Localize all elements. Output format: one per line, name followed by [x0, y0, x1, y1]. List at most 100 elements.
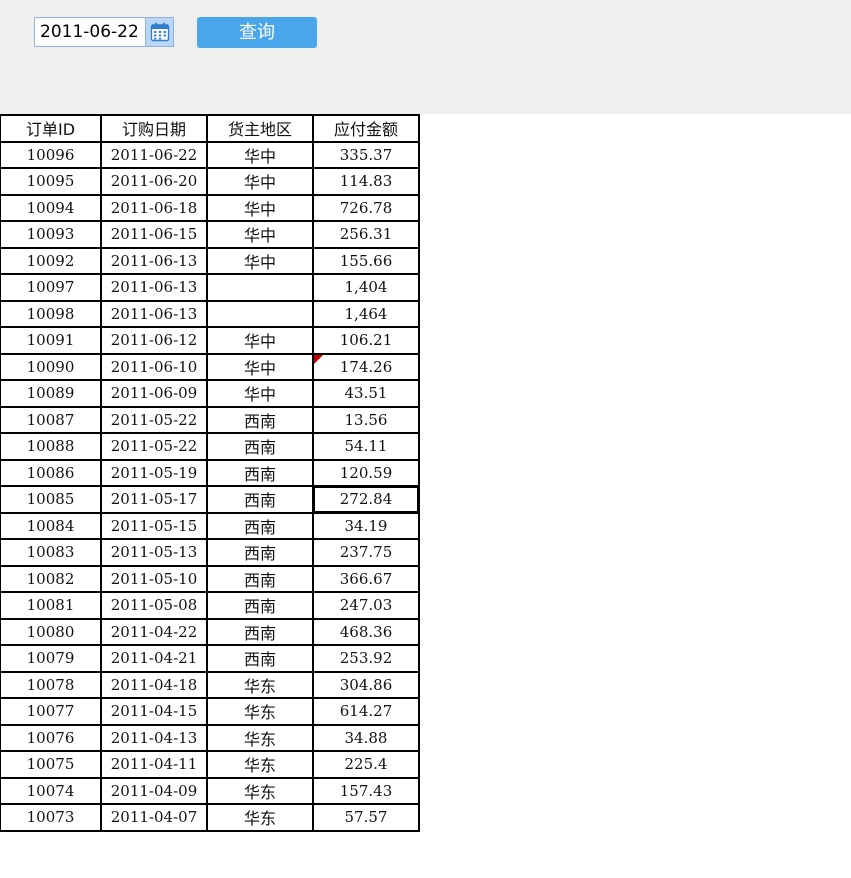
amount-cell[interactable]: 13.56 — [312, 405, 420, 434]
region-cell[interactable]: 华中 — [206, 193, 314, 222]
order-date-cell[interactable]: 2011-04-13 — [100, 723, 208, 752]
amount-cell[interactable]: 247.03 — [312, 591, 420, 620]
order-date-cell[interactable]: 2011-06-12 — [100, 326, 208, 355]
order-date-cell[interactable]: 2011-06-13 — [100, 246, 208, 275]
order-date-cell[interactable]: 2011-05-15 — [100, 511, 208, 540]
region-cell[interactable]: 华东 — [206, 723, 314, 752]
order-id-cell[interactable]: 10095 — [0, 167, 102, 196]
header-order-id[interactable]: 订单ID — [0, 114, 102, 143]
order-id-cell[interactable]: 10090 — [0, 352, 102, 381]
order-id-cell[interactable]: 10091 — [0, 326, 102, 355]
region-cell[interactable]: 华东 — [206, 803, 314, 832]
order-id-cell[interactable]: 10076 — [0, 723, 102, 752]
region-cell[interactable]: 华中 — [206, 352, 314, 381]
order-id-cell[interactable]: 10092 — [0, 246, 102, 275]
region-cell[interactable]: 西南 — [206, 538, 314, 567]
region-cell[interactable]: 西南 — [206, 617, 314, 646]
amount-cell[interactable]: 34.19 — [312, 511, 420, 540]
order-id-cell[interactable]: 10087 — [0, 405, 102, 434]
order-id-cell[interactable]: 10078 — [0, 670, 102, 699]
amount-cell[interactable]: 468.36 — [312, 617, 420, 646]
order-id-cell[interactable]: 10081 — [0, 591, 102, 620]
order-date-cell[interactable]: 2011-04-11 — [100, 750, 208, 779]
amount-cell[interactable]: 43.51 — [312, 379, 420, 408]
order-date-cell[interactable]: 2011-04-09 — [100, 776, 208, 805]
order-id-cell[interactable]: 10073 — [0, 803, 102, 832]
date-input[interactable] — [35, 18, 145, 46]
region-cell[interactable]: 西南 — [206, 591, 314, 620]
region-cell[interactable]: 西南 — [206, 432, 314, 461]
region-cell[interactable]: 西南 — [206, 405, 314, 434]
order-id-cell[interactable]: 10077 — [0, 697, 102, 726]
region-cell[interactable]: 西南 — [206, 644, 314, 673]
order-date-cell[interactable]: 2011-04-22 — [100, 617, 208, 646]
order-date-cell[interactable]: 2011-04-18 — [100, 670, 208, 699]
order-id-cell[interactable]: 10082 — [0, 564, 102, 593]
amount-cell[interactable]: 1,464 — [312, 299, 420, 328]
order-id-cell[interactable]: 10083 — [0, 538, 102, 567]
amount-cell[interactable]: 54.11 — [312, 432, 420, 461]
amount-cell[interactable]: 57.57 — [312, 803, 420, 832]
order-date-cell[interactable]: 2011-06-22 — [100, 140, 208, 169]
order-date-cell[interactable]: 2011-05-10 — [100, 564, 208, 593]
order-id-cell[interactable]: 10080 — [0, 617, 102, 646]
order-date-cell[interactable]: 2011-05-22 — [100, 405, 208, 434]
region-cell[interactable]: 华中 — [206, 167, 314, 196]
amount-cell[interactable]: 157.43 — [312, 776, 420, 805]
amount-cell[interactable]: 256.31 — [312, 220, 420, 249]
amount-cell[interactable]: 1,404 — [312, 273, 420, 302]
order-date-cell[interactable]: 2011-04-07 — [100, 803, 208, 832]
order-date-cell[interactable]: 2011-05-17 — [100, 485, 208, 514]
amount-cell[interactable]: 225.4 — [312, 750, 420, 779]
amount-cell[interactable]: 120.59 — [312, 458, 420, 487]
order-id-cell[interactable]: 10086 — [0, 458, 102, 487]
order-date-cell[interactable]: 2011-06-20 — [100, 167, 208, 196]
region-cell[interactable]: 华中 — [206, 379, 314, 408]
region-cell[interactable]: 华东 — [206, 776, 314, 805]
order-date-cell[interactable]: 2011-06-10 — [100, 352, 208, 381]
amount-cell[interactable]: 304.86 — [312, 670, 420, 699]
order-date-cell[interactable]: 2011-05-13 — [100, 538, 208, 567]
order-id-cell[interactable]: 10079 — [0, 644, 102, 673]
calendar-button[interactable] — [145, 18, 173, 46]
region-cell[interactable]: 西南 — [206, 485, 314, 514]
amount-cell[interactable]: 106.21 — [312, 326, 420, 355]
region-cell[interactable] — [206, 273, 314, 302]
region-cell[interactable]: 西南 — [206, 511, 314, 540]
region-cell[interactable]: 西南 — [206, 564, 314, 593]
region-cell[interactable] — [206, 299, 314, 328]
amount-cell[interactable]: 726.78 — [312, 193, 420, 222]
order-date-cell[interactable]: 2011-06-13 — [100, 273, 208, 302]
region-cell[interactable]: 华东 — [206, 697, 314, 726]
region-cell[interactable]: 华中 — [206, 220, 314, 249]
order-id-cell[interactable]: 10096 — [0, 140, 102, 169]
order-date-cell[interactable]: 2011-06-09 — [100, 379, 208, 408]
region-cell[interactable]: 华东 — [206, 670, 314, 699]
order-id-cell[interactable]: 10097 — [0, 273, 102, 302]
order-id-cell[interactable]: 10089 — [0, 379, 102, 408]
order-date-cell[interactable]: 2011-05-19 — [100, 458, 208, 487]
order-id-cell[interactable]: 10094 — [0, 193, 102, 222]
amount-cell[interactable]: 34.88 — [312, 723, 420, 752]
region-cell[interactable]: 华中 — [206, 326, 314, 355]
amount-cell[interactable]: 253.92 — [312, 644, 420, 673]
order-id-cell[interactable]: 10093 — [0, 220, 102, 249]
amount-cell[interactable]: 614.27 — [312, 697, 420, 726]
order-date-cell[interactable]: 2011-04-15 — [100, 697, 208, 726]
header-amount[interactable]: 应付金额 — [312, 114, 420, 143]
order-date-cell[interactable]: 2011-05-08 — [100, 591, 208, 620]
amount-cell[interactable]: 272.84 — [312, 485, 420, 514]
region-cell[interactable]: 华中 — [206, 140, 314, 169]
amount-cell[interactable]: 155.66 — [312, 246, 420, 275]
region-cell[interactable]: 华中 — [206, 246, 314, 275]
order-id-cell[interactable]: 10085 — [0, 485, 102, 514]
date-picker[interactable] — [34, 17, 174, 47]
region-cell[interactable]: 西南 — [206, 458, 314, 487]
order-id-cell[interactable]: 10074 — [0, 776, 102, 805]
amount-cell[interactable]: 237.75 — [312, 538, 420, 567]
region-cell[interactable]: 华东 — [206, 750, 314, 779]
amount-cell[interactable]: 174.26 — [312, 352, 420, 381]
order-id-cell[interactable]: 10088 — [0, 432, 102, 461]
order-date-cell[interactable]: 2011-06-13 — [100, 299, 208, 328]
query-button[interactable]: 查询 — [197, 17, 317, 48]
